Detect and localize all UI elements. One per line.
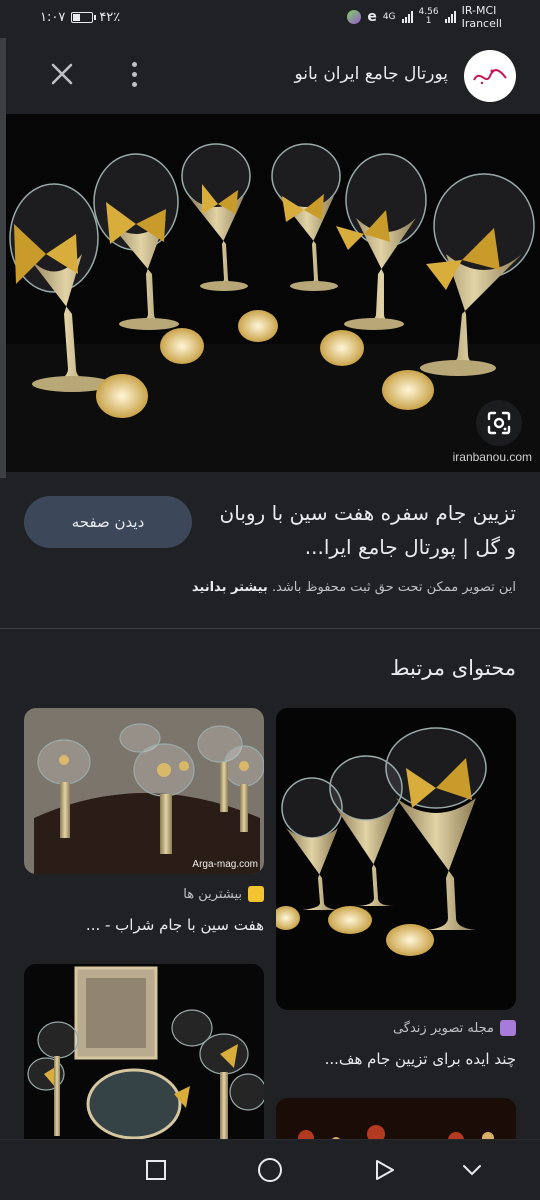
copyright-text: این تصویر ممکن تحت حق ثبت محفوظ باشد. [271,580,516,595]
network-speed: 4.56 1 [418,7,439,26]
divider [0,628,540,629]
circle-icon [258,1158,282,1182]
chevron-down-icon [463,1165,481,1176]
back-button[interactable] [366,1152,402,1188]
related-card-caption[interactable]: چند ایده برای تزیین جام هف... [276,1050,516,1068]
visit-page-button[interactable]: دیدن صفحه [24,496,192,548]
main-image[interactable]: iranbanou.com [6,114,540,472]
site-title[interactable]: پورتال جامع ایران بانو [294,64,448,84]
related-card-caption[interactable]: هفت سین با جام شراب - ... [24,916,264,934]
system-navigation-bar [0,1139,540,1200]
app-notification-icon [347,10,362,24]
more-options-button[interactable] [120,58,148,90]
lens-icon [487,411,511,435]
page-title[interactable]: تزیین جام سفره هفت سین با روبان و گل | پ… [216,496,516,564]
goblets-illustration [6,114,540,472]
site-logo[interactable] [464,50,516,102]
square-icon [146,1160,166,1180]
source-favicon-icon [500,1020,516,1036]
signal-icon-2 [444,11,456,23]
google-lens-button[interactable] [476,400,522,446]
learn-more-link[interactable]: بیشتر بدانید [192,580,268,595]
header: پورتال جامع ایران بانو [0,36,540,116]
signal-icon [401,11,413,23]
related-card-image[interactable] [24,964,264,1158]
site-logo-icon [473,69,507,85]
thumbnail-watermark: Arga-mag.com [192,859,258,870]
related-card-source[interactable]: بیشترین ها [183,886,264,902]
clock: ۱:۰۷ [40,10,66,25]
related-heading: محتوای مرتبط [390,656,516,680]
source-favicon-icon [248,886,264,902]
goblets-mirror-thumbnail [24,964,264,1158]
related-card-source[interactable]: مجله تصویر زندگی [393,1020,516,1036]
goblets-thumbnail [276,708,516,1010]
battery-percent: ۴۲٪ [99,10,121,25]
recent-apps-button[interactable] [138,1152,174,1188]
network-type: 4G [382,11,396,22]
hide-navigation-button[interactable] [454,1152,490,1188]
related-card-image[interactable]: Arga-mag.com [24,708,264,874]
related-card-image[interactable] [276,708,516,1010]
browser-notification-icon: e [367,9,377,25]
goblets-thumbnail [24,708,264,874]
image-watermark: iranbanou.com [452,450,532,464]
status-bar: ۱:۰۷ ۴۲٪ e 4G 4.56 1 IR-MCI Irancell [0,0,540,36]
copyright-notice: این تصویر ممکن تحت حق ثبت محفوظ باشد. بی… [16,580,516,595]
close-button[interactable] [44,56,80,92]
carrier-label: IR-MCI Irancell [461,4,502,30]
home-button[interactable] [252,1152,288,1188]
battery-icon [71,12,97,23]
close-icon [51,63,73,85]
triangle-icon [376,1160,394,1180]
